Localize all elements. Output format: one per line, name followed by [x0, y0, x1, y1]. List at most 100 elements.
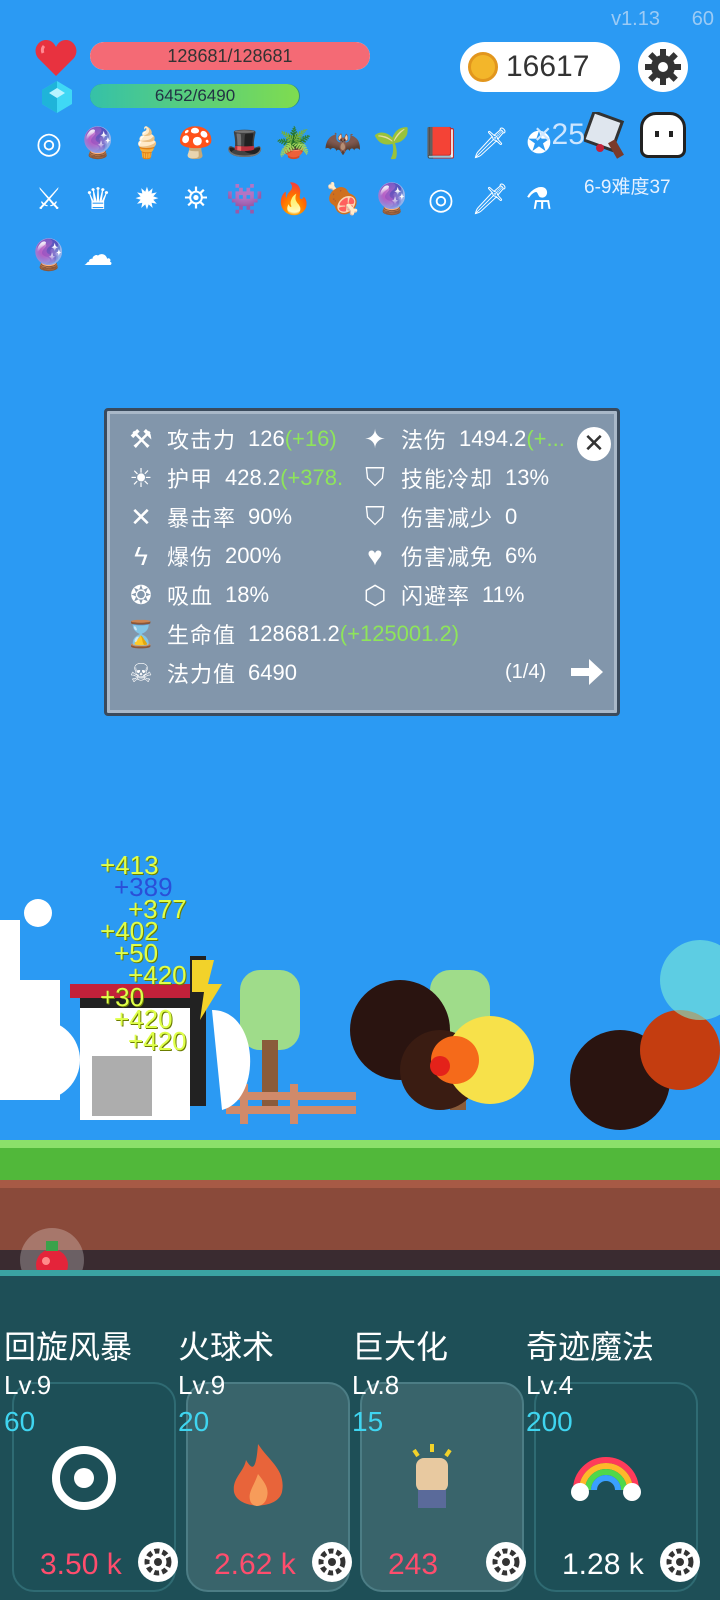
ring-icon[interactable]: ◎ [418, 176, 464, 222]
boss-cleaver-icon[interactable] [584, 112, 634, 162]
shield-heart-icon: ⛉ [365, 501, 385, 531]
skill-upgrade-price: 243 [388, 1548, 439, 1581]
skill-slot: 奇迹魔法 Lv.4 200 1.28 k [522, 1270, 700, 1600]
stat-bonus: (+125001.2) [339, 621, 460, 646]
stat-row-l-5: ⌛ 生命值 128681.2 (+125001.2) [125, 616, 459, 652]
stat-value: 6490 [248, 660, 297, 685]
slime-icon[interactable]: 👾 [222, 176, 268, 222]
skill-level: Lv.9 [4, 1370, 52, 1400]
stat-row-r-2: ⛉ 伤害减少 0 [359, 499, 517, 535]
sapling-icon[interactable]: 🌱 [369, 120, 415, 166]
skill-slot: 回旋风暴 Lv.9 60 3.50 k [0, 1270, 178, 1600]
stat-label: 伤害减免 [401, 545, 494, 570]
spellbook-icon[interactable]: 📕 [418, 120, 464, 166]
ghost-icon[interactable] [640, 112, 686, 158]
stat-value: 1494.2 [459, 426, 527, 451]
skill-mana-cost: 15 [352, 1406, 384, 1437]
skill-slot: 火球术 Lv.9 20 2.62 k [174, 1270, 352, 1600]
stat-label: 暴击率 [167, 506, 237, 531]
skill-mana-cost: 20 [178, 1406, 210, 1437]
coin-icon [468, 52, 498, 82]
crystal-ball-icon[interactable]: 🔮 [75, 120, 121, 166]
meat-icon[interactable]: 🍖 [320, 176, 366, 222]
stat-value: 90% [248, 504, 293, 529]
ground-grass [0, 1140, 720, 1180]
stat-label: 攻击力 [167, 428, 237, 453]
wizard-hat-icon[interactable]: 🎩 [222, 120, 268, 166]
skill-upgrade-button[interactable] [660, 1542, 700, 1582]
skill-upgrade-price: 3.50 k [40, 1548, 122, 1581]
mortar-icon[interactable]: ⛯ [173, 176, 219, 222]
spike-ball-icon[interactable]: ✹ [124, 176, 170, 222]
shield-cooldown-icon: ⛉ [365, 462, 385, 492]
next-page-button[interactable] [569, 657, 605, 687]
green-potion-icon[interactable]: ⚗ [516, 176, 562, 222]
vampire-ring-icon: ❂ [130, 579, 152, 610]
stat-row-l-1: ☀ 护甲 428.2 (+378. [125, 460, 343, 496]
mp-text: 6452/6490 [154, 86, 236, 105]
skill-name: 奇迹魔法 [526, 1329, 655, 1365]
fist-icon[interactable] [394, 1440, 470, 1516]
stat-row-l-6: ☠ 法力值 6490 [125, 655, 297, 691]
dodge-icon: ⬡ [363, 579, 387, 610]
whirlwind-icon[interactable] [46, 1440, 122, 1516]
fps-counter: 60 [691, 8, 714, 30]
stat-value: 6% [505, 543, 537, 568]
heart-icon [35, 40, 77, 76]
stat-bonus: (+378. [280, 465, 344, 490]
stat-label: 伤害减少 [401, 506, 494, 531]
mp-bar: 6452/6490 [90, 84, 300, 108]
potted-plant-icon[interactable]: 🪴 [271, 120, 317, 166]
dagger-icon[interactable]: 🗡 [467, 176, 513, 222]
ice-cream-icon[interactable]: 🍦 [124, 120, 170, 166]
settings-button[interactable] [638, 42, 688, 92]
stat-value: 18% [225, 582, 270, 607]
stat-value: 0 [505, 504, 518, 529]
skill-name: 巨大化 [352, 1329, 449, 1365]
crossed-swords-icon: ✕ [130, 501, 152, 532]
bat-icon[interactable]: 🦇 [320, 120, 366, 166]
skill-upgrade-price: 1.28 k [562, 1548, 644, 1581]
upgrade-gear-icon [144, 1548, 172, 1576]
skill-upgrade-button[interactable] [138, 1542, 178, 1582]
skill-upgrade-button[interactable] [486, 1542, 526, 1582]
sword-icon[interactable]: ⚔ [26, 176, 72, 222]
skill-upgrade-button[interactable] [312, 1542, 352, 1582]
hp-current: 128681 [167, 46, 228, 66]
stat-bonus: (+... [526, 426, 565, 451]
demon-skull-icon: ☠ [129, 657, 153, 688]
stat-label: 技能冷却 [401, 467, 494, 492]
skill-upgrade-price: 2.62 k [214, 1548, 296, 1581]
crystal-ball-icon[interactable]: 🔮 [26, 232, 72, 278]
stat-row-r-0: ✦ 法伤 1494.2 (+... [359, 421, 565, 457]
close-stats-button[interactable]: ✕ [577, 427, 611, 461]
lightning-icon: ϟ [134, 540, 148, 571]
stat-row-l-3: ϟ 爆伤 200% [125, 538, 281, 574]
axe-icon: ⚒ [129, 423, 153, 454]
stat-value: 200% [225, 543, 282, 568]
upgrade-gear-icon [492, 1548, 520, 1576]
hp-bar: 128681/128681 [90, 42, 370, 70]
stat-label: 爆伤 [167, 545, 214, 570]
skills-area: 回旋风暴 Lv.9 60 3.50 k 火球术 Lv.9 20 2.62 k 巨大化 Lv.8 15… [0, 1270, 720, 1600]
stat-label: 法力值 [167, 662, 237, 687]
close-icon: ✕ [583, 428, 605, 458]
fire-icon[interactable] [220, 1440, 296, 1516]
mushroom-icon[interactable]: 🍄 [173, 120, 219, 166]
version-label: v1.13 [611, 8, 660, 30]
stat-value: 126 [248, 426, 285, 451]
dagger-icon[interactable]: 🗡 [467, 120, 513, 166]
stat-value: 428.2 [225, 465, 281, 490]
stat-row-r-3: ♥ 伤害减免 6% [359, 538, 537, 574]
crystal-ball-icon[interactable]: 🔮 [369, 176, 415, 222]
gear-icon [645, 49, 681, 85]
upgrade-gear-icon [666, 1548, 694, 1576]
torch-icon[interactable]: 🔥 [271, 176, 317, 222]
stat-value: 13% [505, 465, 550, 490]
crown-icon[interactable]: ♛ [75, 176, 121, 222]
ring-icon[interactable]: ◎ [26, 120, 72, 166]
rainbow-icon[interactable] [568, 1440, 644, 1516]
wing-icon[interactable]: ☁ [75, 232, 121, 278]
skill-mana-cost: 200 [526, 1406, 573, 1437]
stats-panel: ⚒ 攻击力 126 (+16) ☀ 护甲 428.2 (+378. ✕ 暴击率 90% ϟ 爆伤 200%… [104, 408, 620, 716]
